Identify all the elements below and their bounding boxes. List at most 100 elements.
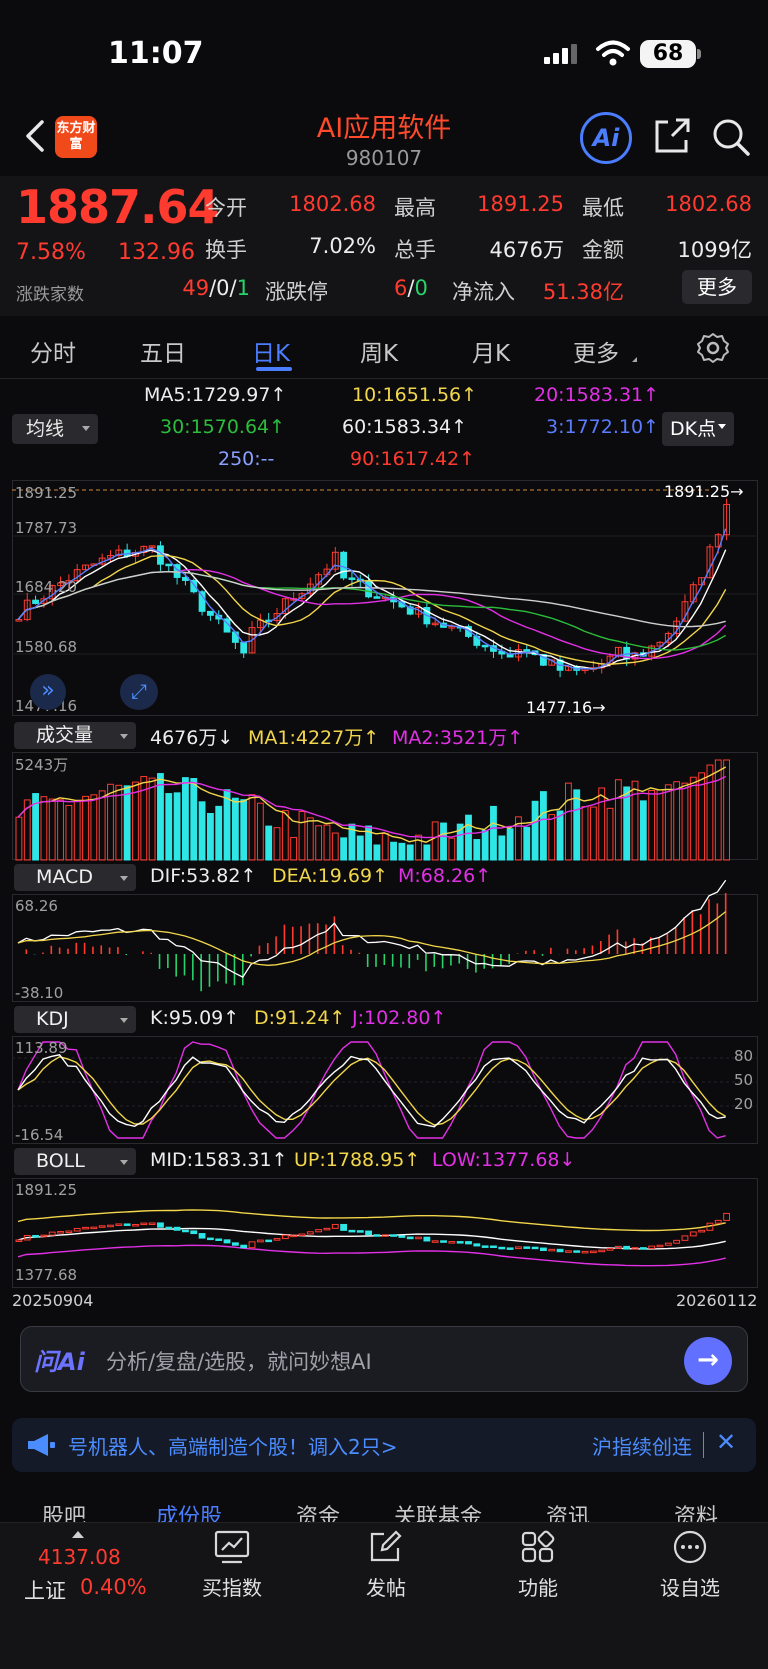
kdj-k: K:95.09↑ bbox=[150, 1007, 240, 1029]
volume-bar bbox=[215, 805, 223, 861]
macd-m: M:68.26↑ bbox=[398, 865, 492, 887]
boll-candle bbox=[498, 1246, 506, 1250]
boll-candle bbox=[589, 1250, 597, 1254]
megaphone-icon bbox=[28, 1434, 55, 1456]
index-name[interactable]: 上证 bbox=[24, 1575, 66, 1605]
add-watchlist-button[interactable]: 设自选 bbox=[640, 1530, 740, 1601]
tab-daily-k[interactable]: 日K bbox=[252, 334, 290, 368]
macd-dif: DIF:53.82↑ bbox=[150, 865, 257, 887]
volume-indicator-select[interactable]: 成交量 bbox=[14, 722, 136, 749]
index-percent[interactable]: 0.40% bbox=[80, 1575, 147, 1599]
tab-weekly-k[interactable]: 周K bbox=[360, 334, 398, 368]
date-start: 20250904 bbox=[12, 1291, 94, 1310]
dk-point-button[interactable]: DK点 bbox=[662, 412, 734, 446]
index-value[interactable]: 4137.08 bbox=[38, 1545, 121, 1569]
ai-assistant-icon[interactable]: Ai bbox=[580, 112, 632, 164]
volume-bar bbox=[473, 839, 481, 861]
boll-candle bbox=[140, 1222, 148, 1226]
volume-bar bbox=[406, 844, 414, 861]
search-icon[interactable] bbox=[710, 116, 752, 158]
volume-bar bbox=[398, 842, 406, 861]
boll-candle bbox=[356, 1230, 364, 1233]
boll-indicator-select[interactable]: BOLL bbox=[14, 1148, 136, 1175]
netflow-label: 净流入 bbox=[452, 280, 515, 304]
netflow-value: 51.38亿 bbox=[542, 280, 624, 304]
kdj-indicator-select[interactable]: KDJ bbox=[14, 1006, 136, 1033]
ticker-next-headline[interactable]: 沪指续创连 bbox=[592, 1431, 692, 1460]
boll-candle bbox=[540, 1247, 547, 1252]
ma250-value: 250:-- bbox=[218, 448, 275, 470]
boll-candle bbox=[415, 1236, 422, 1240]
volume-bar bbox=[190, 778, 198, 861]
candle bbox=[365, 580, 373, 598]
more-button[interactable]: 更多 bbox=[682, 270, 752, 304]
volume-bar bbox=[290, 836, 298, 861]
share-icon[interactable] bbox=[652, 116, 692, 156]
kline-axis-3: 1684.20 bbox=[15, 578, 78, 596]
boll-candle bbox=[157, 1222, 164, 1228]
macd-indicator-select[interactable]: MACD bbox=[14, 864, 136, 891]
boll-candle bbox=[215, 1238, 223, 1241]
change-value: 132.96 bbox=[118, 240, 195, 265]
macd-chart bbox=[17, 879, 727, 992]
buy-index-button[interactable]: 买指数 bbox=[182, 1530, 282, 1601]
boll-candle bbox=[365, 1230, 373, 1236]
kdj-axis-bottom: -16.54 bbox=[15, 1126, 64, 1144]
limit-label: 涨跌停 bbox=[265, 280, 328, 304]
volume-bar bbox=[639, 800, 647, 861]
tab-five-day[interactable]: 五日 bbox=[140, 334, 186, 368]
last-price: 1887.64 bbox=[16, 180, 220, 234]
close-icon[interactable]: ✕ bbox=[716, 1428, 736, 1456]
kdj-d-line bbox=[17, 1056, 727, 1126]
candle bbox=[32, 599, 39, 604]
turnover-label: 换手 bbox=[205, 238, 247, 262]
ma-select[interactable]: 均线 bbox=[12, 414, 98, 444]
ma60-line bbox=[17, 570, 726, 628]
volume-bar bbox=[315, 825, 323, 861]
volume-bar bbox=[573, 789, 581, 861]
cellular-signal-icon bbox=[544, 44, 577, 64]
low-value: 1802.68 bbox=[665, 192, 752, 216]
boll-candle bbox=[406, 1236, 414, 1240]
volume-bar bbox=[431, 821, 439, 861]
boll-chart bbox=[15, 1209, 731, 1267]
post-button[interactable]: 发帖 bbox=[336, 1530, 436, 1601]
volume-bar bbox=[231, 797, 239, 861]
functions-button[interactable]: 功能 bbox=[488, 1530, 588, 1601]
volume-current: 4676万↓ bbox=[150, 727, 234, 749]
expand-left-icon[interactable]: » bbox=[30, 674, 66, 710]
ai-send-button[interactable]: → bbox=[684, 1337, 732, 1385]
boll-candle bbox=[148, 1222, 156, 1225]
ma3-value: 3:1772.10↑ bbox=[546, 416, 659, 438]
volume-bar bbox=[548, 814, 556, 861]
boll-candle bbox=[664, 1242, 672, 1246]
candle bbox=[15, 619, 23, 622]
status-time: 11:07 bbox=[108, 36, 204, 71]
volume-bar bbox=[415, 834, 422, 861]
macd-dea-line bbox=[17, 911, 727, 966]
fullscreen-icon[interactable]: ⤢ bbox=[120, 674, 158, 710]
boll-candle bbox=[165, 1226, 173, 1230]
boll-up: UP:1788.95↑ bbox=[294, 1149, 421, 1171]
boll-candle bbox=[723, 1212, 731, 1221]
tab-more[interactable]: 更多 bbox=[573, 334, 619, 368]
kdj-chart bbox=[12, 1041, 758, 1139]
boll-axis-top: 1891.25 bbox=[15, 1181, 78, 1199]
boll-candle bbox=[132, 1223, 139, 1227]
ma60-value: 60:1583.34↑ bbox=[342, 416, 468, 438]
boll-candle bbox=[231, 1242, 239, 1246]
volume-bar bbox=[714, 759, 722, 861]
ticker-headline[interactable]: 号机器人、高端制造个股！调入2只> bbox=[68, 1431, 397, 1460]
volume-bar bbox=[82, 795, 89, 861]
tab-intraday[interactable]: 分时 bbox=[30, 334, 76, 368]
tab-monthly-k[interactable]: 月K bbox=[472, 334, 510, 368]
kline-axis-2: 1787.73 bbox=[15, 519, 78, 537]
gear-icon[interactable] bbox=[697, 332, 729, 364]
volume-bar bbox=[157, 773, 164, 861]
boll-candle bbox=[523, 1246, 531, 1249]
chart-trend-icon bbox=[214, 1530, 250, 1564]
kdj-level-80: 80 bbox=[734, 1047, 754, 1065]
index-expand-icon[interactable] bbox=[72, 1531, 84, 1538]
ai-input-placeholder[interactable]: 分析/复盘/选股，就问妙想AI bbox=[106, 1346, 372, 1376]
battery-tip bbox=[697, 49, 701, 59]
